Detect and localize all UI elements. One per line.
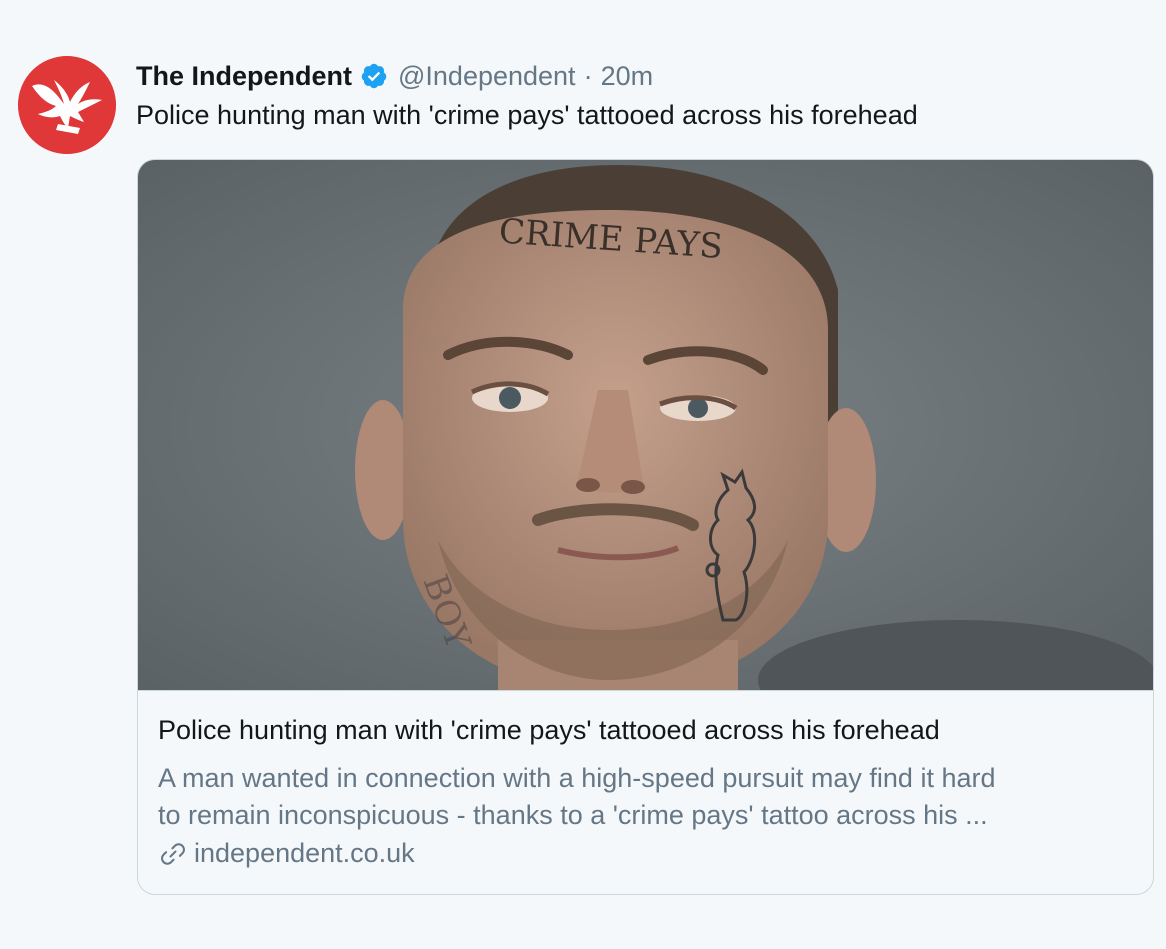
verified-badge-icon xyxy=(360,62,388,90)
display-name[interactable]: The Independent xyxy=(136,61,352,92)
tweet-text: Police hunting man with 'crime pays' tat… xyxy=(136,100,918,130)
card-description: A man wanted in connection with a high-s… xyxy=(158,760,1138,834)
handle[interactable]: @Independent xyxy=(398,61,576,92)
card-domain-text[interactable]: independent.co.uk xyxy=(194,838,415,869)
card-description-line: to remain inconspicuous - thanks to a 'c… xyxy=(158,800,988,830)
card-domain[interactable]: independent.co.uk xyxy=(158,838,415,869)
link-card[interactable]: BOY CRIME PAYS Police hunting man with '… xyxy=(137,159,1154,895)
tweet[interactable]: The Independent @Independent · 20m Polic… xyxy=(0,0,1166,949)
card-description-line: A man wanted in connection with a high-s… xyxy=(158,763,996,793)
tweet-header: The Independent @Independent · 20m xyxy=(136,58,653,94)
card-title[interactable]: Police hunting man with 'crime pays' tat… xyxy=(158,715,940,746)
separator-dot: · xyxy=(583,60,593,91)
eagle-logo-icon xyxy=(18,56,116,154)
link-icon xyxy=(161,842,185,865)
timestamp[interactable]: 20m xyxy=(601,61,654,92)
avatar[interactable] xyxy=(18,56,116,154)
card-image: BOY CRIME PAYS xyxy=(138,160,1153,691)
